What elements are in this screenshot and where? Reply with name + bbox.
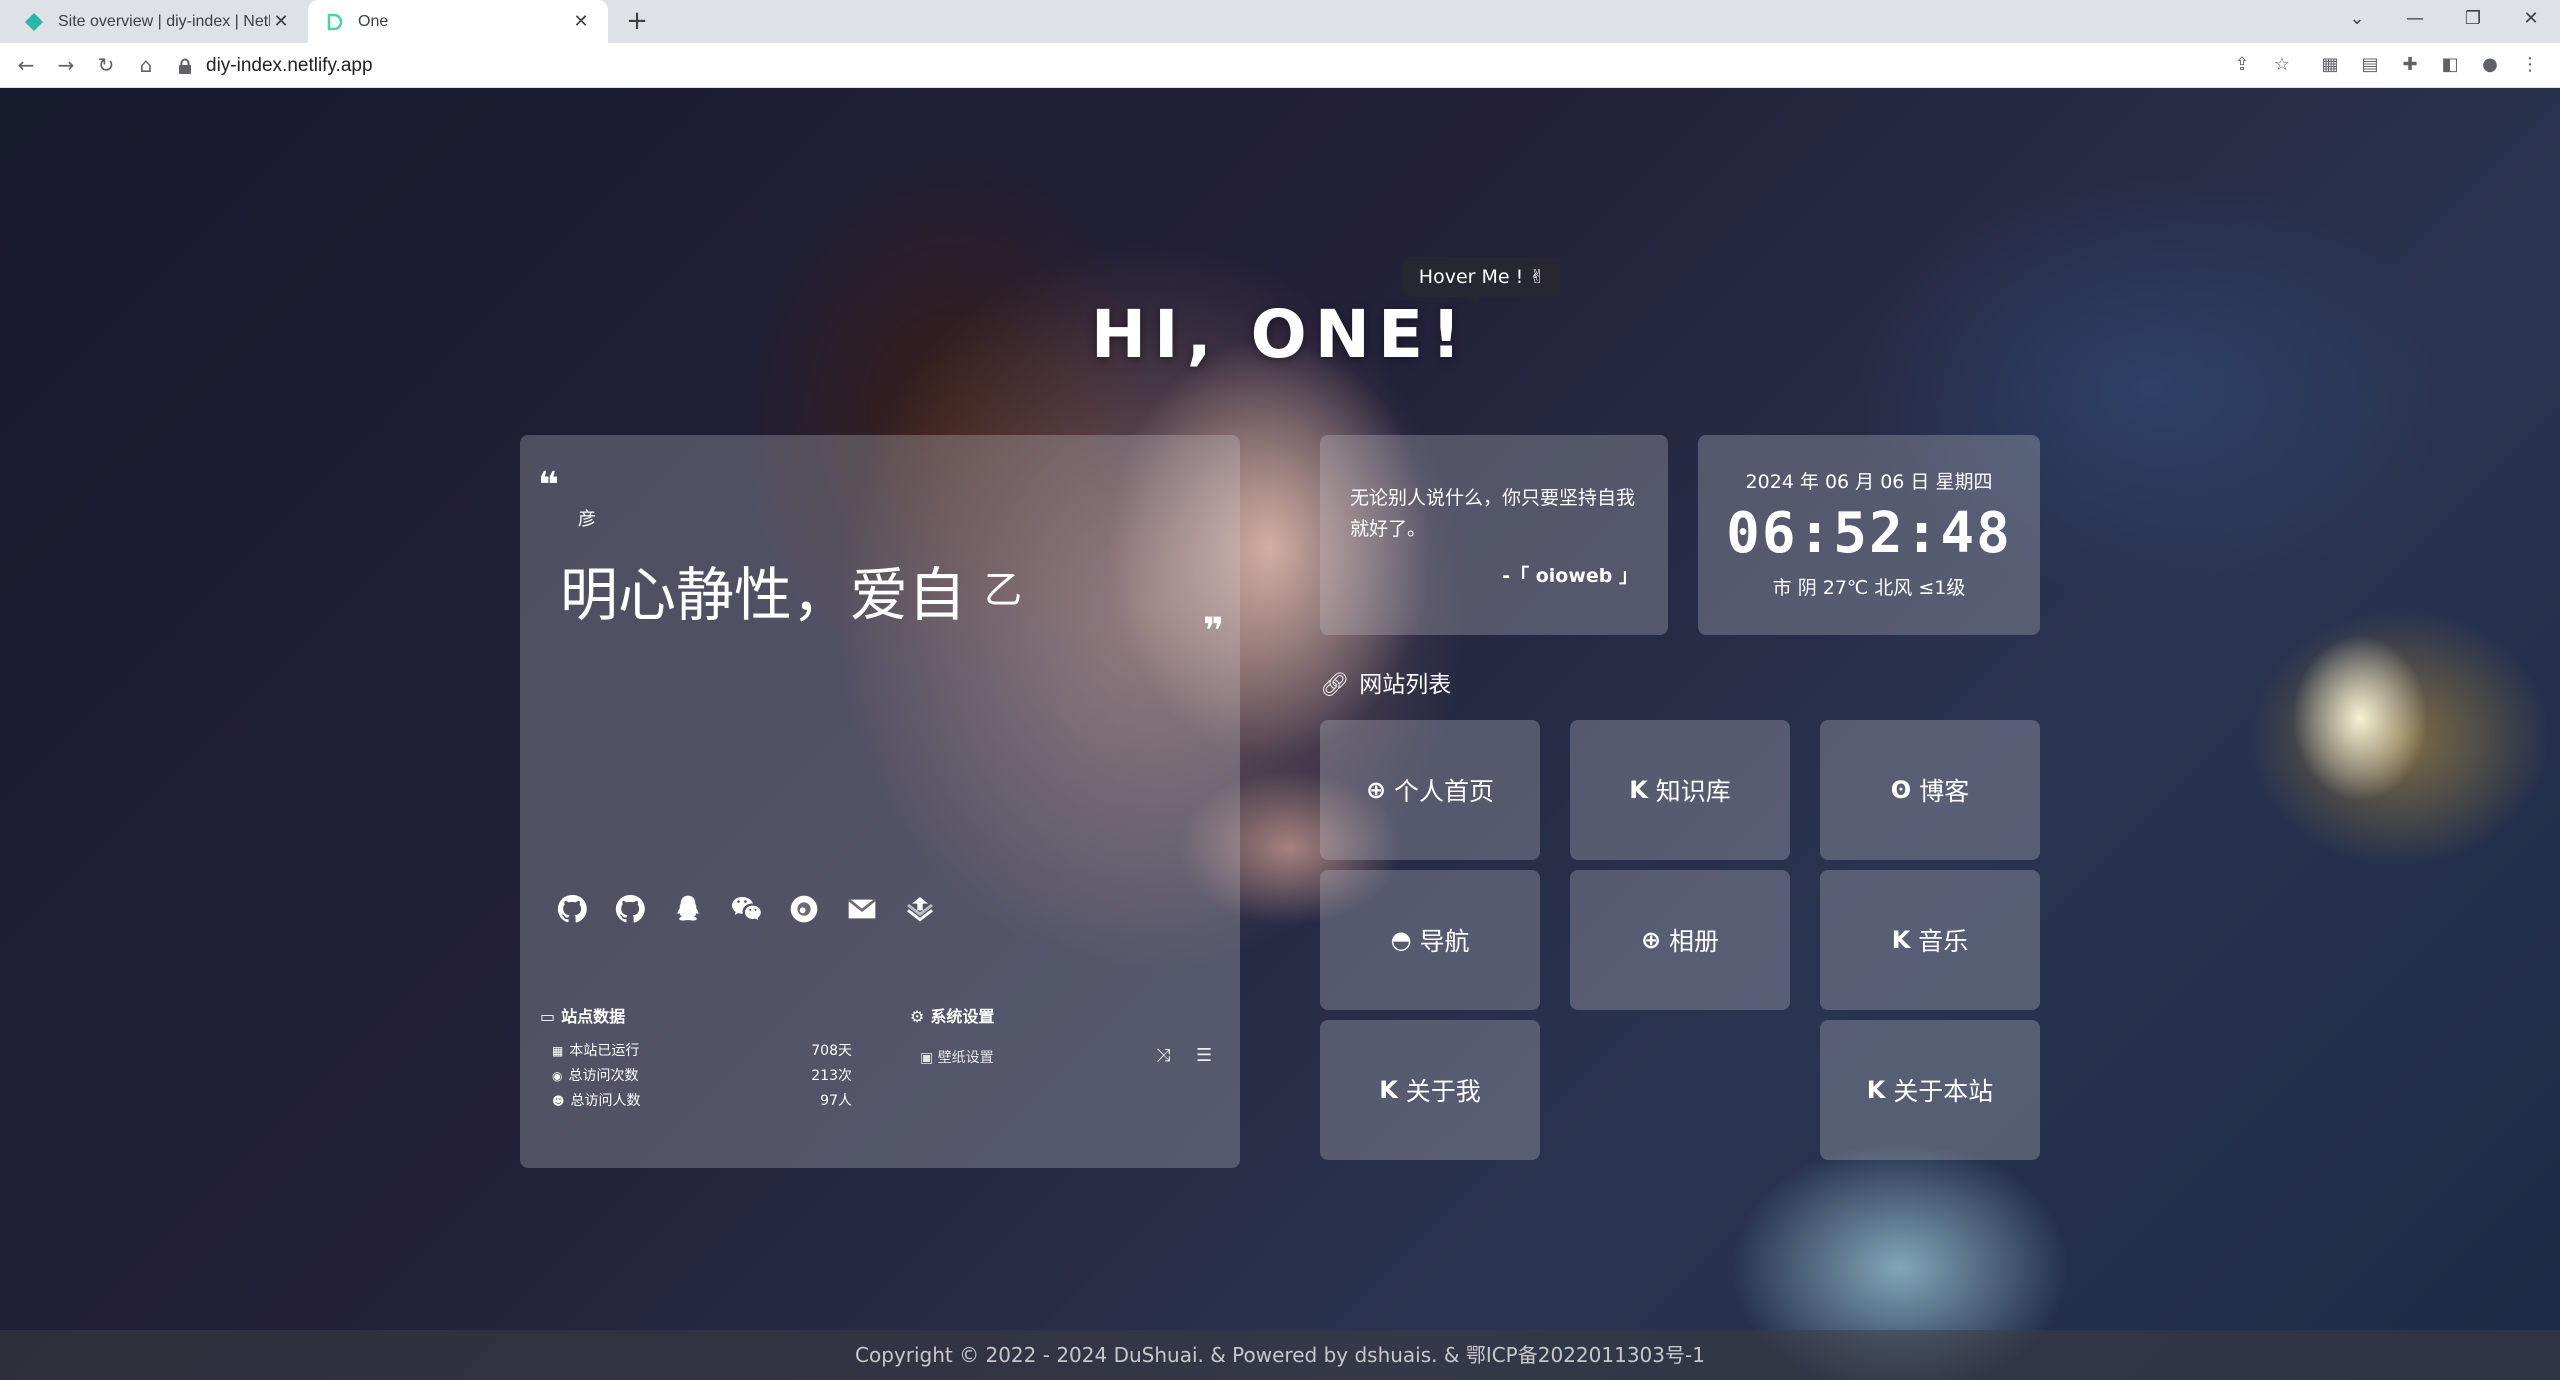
clock-time: 06:52:48 (1726, 501, 2012, 566)
motto-typed: 明心静性，爱自 (560, 561, 967, 629)
browser-tab[interactable]: Site overview | diy-index | Netl ✕ (8, 0, 308, 43)
daily-quote-card[interactable]: 无论别人说什么，你只要坚持自我就好了。 -「 oioweb 」 (1320, 435, 1668, 635)
close-window-button[interactable]: ✕ (2504, 0, 2558, 43)
blog-icon: ʘ (1890, 776, 1912, 804)
site-tile-knowledge[interactable]: K 知识库 (1570, 720, 1790, 860)
site-tile-navigation[interactable]: ◓ 导航 (1320, 870, 1540, 1010)
k-icon: K (1629, 776, 1648, 804)
email-icon[interactable] (844, 891, 880, 927)
link-icon: 🔗︎ (1320, 672, 1350, 698)
tab-title: Site overview | diy-index | Netl (58, 12, 270, 30)
weibo-icon[interactable] (786, 891, 822, 927)
calendar-icon: ▦ (552, 1044, 564, 1058)
netlify-icon (25, 12, 43, 31)
quote-author: 彦 (578, 509, 596, 530)
profile-avatar[interactable]: ● (2474, 49, 2506, 81)
tab-title: One (358, 12, 389, 30)
minimize-button[interactable]: — (2388, 0, 2442, 43)
stat-row: ☻ 总访问人数 97人 (552, 1093, 852, 1109)
settings-title: ⚙ 系统设置 (910, 1007, 995, 1026)
weather-text: 市 阴 27℃ 北风 ≤1级 (1772, 577, 1966, 599)
social-links (554, 891, 938, 927)
site-stats-title: ▭ 站点数据 (540, 1007, 626, 1026)
typing-cursor: 乙 (984, 568, 1023, 612)
menu-kebab-icon[interactable]: ⋮ (2514, 49, 2546, 81)
globe-icon: ⊕ (1640, 926, 1662, 954)
github-icon[interactable] (554, 891, 590, 927)
wechat-icon[interactable] (728, 891, 764, 927)
new-tab-button[interactable]: + (622, 6, 652, 36)
list-icon[interactable]: ☰ (1196, 1045, 1212, 1066)
home-icon[interactable]: ⌂ (130, 49, 162, 81)
page-title[interactable]: HI, ONE! (0, 296, 2560, 373)
download-icon[interactable] (902, 891, 938, 927)
reading-list-icon[interactable]: ▤ (2354, 49, 2386, 81)
browser-tab-active[interactable]: One ✕ (308, 0, 608, 43)
page-viewport: Hover Me ! ✌ HI, ONE! ❝ 彦 明心静性，爱自乙 ❞ ▭ 站点… (0, 88, 2560, 1380)
compass-icon: ◓ (1390, 926, 1412, 954)
footer: Copyright © 2022 - 2024 DuShuai. & Power… (0, 1330, 2560, 1380)
k-icon: K (1891, 926, 1911, 954)
qr-code-icon[interactable]: ▦ (2314, 49, 2346, 81)
close-quote-icon: ❞ (1202, 611, 1224, 652)
quote-text: 无论别人说什么，你只要坚持自我就好了。 (1350, 487, 1636, 540)
site-tile-music[interactable]: K 音乐 (1820, 870, 2040, 1010)
site-tile-about-me[interactable]: K 关于我 (1320, 1020, 1540, 1160)
open-quote-icon: ❝ (538, 465, 560, 506)
site-tile-homepage[interactable]: ⊕ 个人首页 (1320, 720, 1540, 860)
tab-search-icon[interactable]: ⌄ (2330, 0, 2384, 43)
site-tile-blog[interactable]: ʘ 博客 (1820, 720, 2040, 860)
image-icon: ▣ (920, 1050, 938, 1066)
site-favicon (327, 13, 343, 30)
gear-icon: ⚙ (910, 1007, 925, 1026)
github-icon[interactable] (612, 891, 648, 927)
quote-source: -「 oioweb 」 (1502, 565, 1638, 587)
stat-row: ◉ 总访问次数 213次 (552, 1068, 852, 1084)
k-icon: K (1379, 1076, 1398, 1104)
date-text: 2024 年 06 月 06 日 星期四 (1745, 471, 1993, 493)
wallpaper-settings: ▣ 壁纸设置 (920, 1050, 994, 1066)
site-tile-album[interactable]: ⊕ 相册 (1570, 870, 1790, 1010)
users-icon: ☻ (552, 1094, 565, 1108)
browser-toolbar: ← → ↻ ⌂ diy-index.netlify.app ⇪ ☆ ▦ ▤ ✚ … (0, 43, 2560, 88)
motto-text: 明心静性，爱自乙 (560, 548, 1022, 632)
clock-card: 2024 年 06 月 06 日 星期四 06:52:48 市 阴 27℃ 北风… (1698, 435, 2040, 635)
shuffle-icon[interactable]: ⤨ (1156, 1045, 1170, 1066)
address-bar[interactable]: diy-index.netlify.app (178, 49, 2218, 82)
side-panel-icon[interactable]: ◧ (2434, 49, 2466, 81)
forward-icon[interactable]: → (50, 49, 82, 81)
stat-row: ▦ 本站已运行 708天 (552, 1043, 852, 1059)
extensions-icon[interactable]: ✚ (2394, 49, 2426, 81)
site-list-title: 🔗︎ 网站列表 (1320, 672, 1452, 698)
url-text: diy-index.netlify.app (206, 54, 373, 76)
globe-icon: ⊕ (1365, 776, 1387, 804)
hover-me-tooltip: Hover Me ! ✌ (1403, 257, 1561, 305)
qq-icon[interactable] (670, 891, 706, 927)
close-tab-icon[interactable]: ✕ (270, 11, 292, 32)
folder-icon: ▭ (540, 1007, 556, 1026)
profile-card: ❝ 彦 明心静性，爱自乙 ❞ ▭ 站点数据 ▦ 本站已运行 708天 ◉ 总访问次数 21… (520, 435, 1240, 1168)
restore-button[interactable]: ❐ (2446, 0, 2500, 43)
reload-icon[interactable]: ↻ (90, 49, 122, 81)
browser-tab-bar: Site overview | diy-index | Netl ✕ One ✕… (0, 0, 2560, 43)
close-tab-icon[interactable]: ✕ (570, 11, 592, 32)
back-icon[interactable]: ← (10, 49, 42, 81)
share-icon[interactable]: ⇪ (2226, 49, 2258, 81)
k-icon: K (1866, 1076, 1886, 1104)
eye-icon: ◉ (552, 1069, 563, 1083)
lock-icon (179, 58, 191, 74)
bookmark-star-icon[interactable]: ☆ (2266, 49, 2298, 81)
site-tile-about-site[interactable]: K 关于本站 (1820, 1020, 2040, 1160)
